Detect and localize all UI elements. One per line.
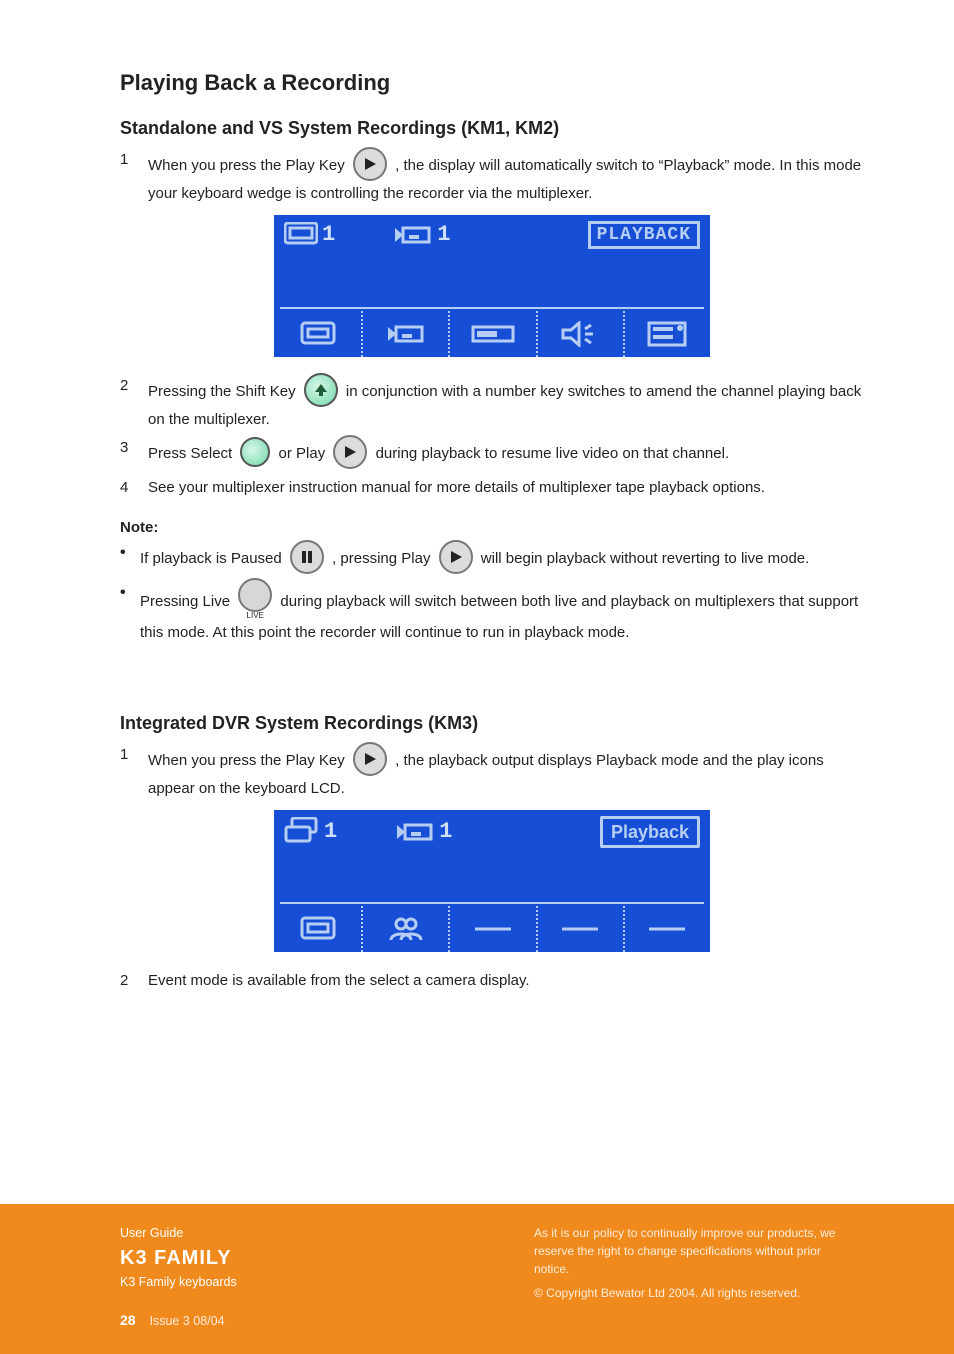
softkey-menu-icon [623,311,710,357]
live-icon: LIVE [238,580,272,620]
footer-guide-label: User Guide [120,1224,237,1243]
lcd-playback-badge: Playback [600,816,700,848]
step-2b: 2 Event mode is available from the selec… [120,970,864,992]
step-text: Press Select or Play during playback to … [148,437,729,471]
step-number: 2 [120,375,138,397]
footer-product: K3 FAMILY [120,1243,237,1273]
play-icon [353,742,387,776]
softkey-blank-2 [536,906,623,952]
lcd-monitor-number: 1 [324,821,337,843]
bullet: • [120,542,130,564]
step-number: 3 [120,437,138,459]
lcd-softkey-row [274,906,710,952]
softkey-camera-icon [361,311,448,357]
footer-disclaimer-2: © Copyright Bewator Ltd 2004. All rights… [534,1284,854,1302]
footer-right: As it is our policy to continually impro… [534,1224,854,1302]
footer-disclaimer-1: As it is our policy to continually impro… [534,1224,854,1278]
footer-page-number: 28 [120,1312,136,1328]
bullet: • [120,582,130,604]
select-icon [240,437,270,467]
lcd-camera-number: 1 [439,821,452,843]
softkey-recorder-icon [448,311,535,357]
lcd-monitor-number: 1 [322,224,335,246]
subsection-title-2: Integrated DVR System Recordings (KM3) [120,713,864,734]
softkey-monitor-icon [274,906,361,952]
footer-revision: Issue 3 08/04 [149,1314,224,1328]
lcd-status-bar: 1 1 PLAYBACK [274,215,710,253]
step-text: When you press the Play Key , the displa… [148,149,864,205]
footer-model: K3 Family keyboards [120,1273,237,1292]
page: Playing Back a Recording Standalone and … [0,0,954,1354]
step-text: See your multiplexer instruction manual … [148,477,765,499]
footer-left: User Guide K3 FAMILY K3 Family keyboards… [120,1224,237,1331]
lcd-divider [280,307,704,309]
step-number: 4 [120,477,138,499]
lcd-divider [280,902,704,904]
lcd-camera-icon: 1 [395,821,452,843]
step-text: Pressing the Shift Key in conjunction wi… [148,375,864,431]
step-text: Event mode is available from the select … [148,970,530,992]
lcd-camera-icon: 1 [393,224,450,246]
section-title: Playing Back a Recording [120,70,864,96]
pause-icon [290,540,324,574]
page-footer: User Guide K3 FAMILY K3 Family keyboards… [0,1204,954,1354]
subsection-title-1: Standalone and VS System Recordings (KM1… [120,118,864,139]
subsection-2: Integrated DVR System Recordings (KM3) 1… [120,713,864,992]
lcd-status-bar: 1 1 Playback [274,810,710,852]
step-number: 1 [120,149,138,171]
softkey-monitor-icon [274,311,361,357]
play-icon [439,540,473,574]
softkey-blank-1 [448,906,535,952]
note-text: Pressing Live LIVE during playback will … [140,582,864,644]
lcd-camera-number: 1 [437,224,450,246]
note-2: • Pressing Live LIVE during playback wil… [120,582,864,644]
step-1b: 1 When you press the Play Key , the play… [120,744,864,800]
play-icon [333,435,367,469]
step-number: 2 [120,970,138,992]
lcd-softkey-row [274,311,710,357]
lcd-playback-badge: PLAYBACK [588,221,700,249]
note-1: • If playback is Paused , pressing Play … [120,542,864,576]
content-area: Playing Back a Recording Standalone and … [120,70,864,998]
step-1: 1 When you press the Play Key , the disp… [120,149,864,205]
step-4: 4 See your multiplexer instruction manua… [120,477,864,499]
step-text: When you press the Play Key , the playba… [148,744,864,800]
play-icon [353,147,387,181]
lcd-display-1: 1 1 PLAYBACK [274,215,710,357]
lcd-monitor-icon: 1 [284,222,335,248]
note-label: Note: [120,519,864,536]
step-2: 2 Pressing the Shift Key in conjunction … [120,375,864,431]
lcd-monitor-stack-icon: 1 [284,817,337,847]
softkey-speaker-icon [536,311,623,357]
note-text: If playback is Paused , pressing Play wi… [140,542,809,576]
step-3: 3 Press Select or Play during playback t… [120,437,864,471]
shift-up-icon [304,373,338,407]
softkey-blank-3 [623,906,710,952]
step-number: 1 [120,744,138,766]
softkey-person-icon [361,906,448,952]
lcd-display-2: 1 1 Playback [274,810,710,952]
